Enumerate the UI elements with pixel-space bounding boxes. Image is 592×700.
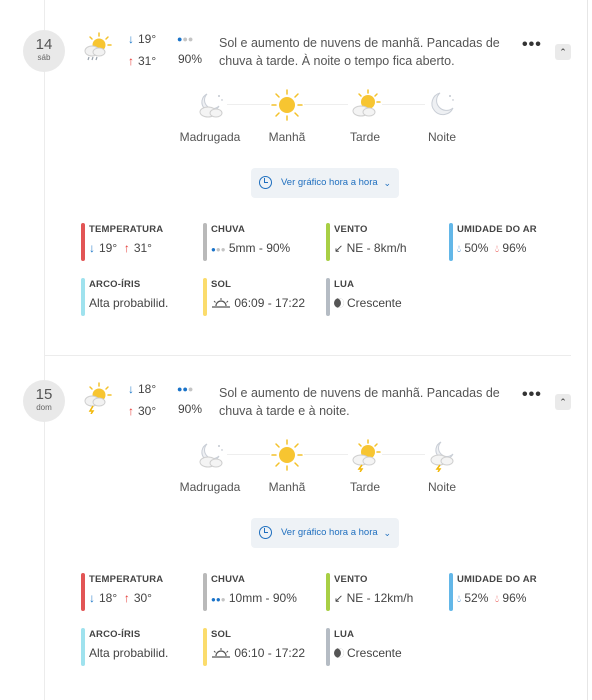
stat-humidity: UMIDADE DO AR 💧︎ 50% 💧︎ 96% (449, 223, 537, 261)
drop-red-icon: 💧︎ (495, 244, 500, 255)
moon-phase-icon (334, 298, 344, 308)
stat-rain: CHUVA ●●● 5mm - 90% (203, 223, 290, 261)
period-madrugada: Madrugada (170, 88, 250, 144)
sun-cloud-storm-icon (84, 382, 112, 414)
period-madrugada: Madrugada (170, 438, 250, 494)
max-temperature: ↑ 30° (128, 404, 157, 418)
date-badge: 14 sáb (23, 30, 65, 72)
period-tarde: Tarde (325, 438, 405, 494)
sunrise-icon (212, 298, 230, 308)
collapse-button[interactable]: ⌃ (555, 44, 571, 60)
stat-sun: SOL 06:09 - 17:22 (203, 278, 305, 316)
arrow-up-icon: ↑ (128, 54, 134, 68)
collapse-button[interactable]: ⌃ (555, 394, 571, 410)
moon-cloud-icon (193, 438, 227, 472)
stat-moon: LUA Crescente (326, 278, 402, 316)
arrow-up-icon: ↑ (123, 591, 130, 605)
period-noite: Noite (402, 438, 482, 494)
rain-intensity-drops-icon: ●●● (177, 384, 194, 394)
period-tarde: Tarde (325, 88, 405, 144)
day-number: 14 (35, 36, 53, 53)
hourly-chart-button[interactable]: Ver gráfico hora a hora ⌄ (251, 168, 399, 198)
rain-probability: 90% (178, 402, 203, 416)
sun-icon (270, 88, 304, 122)
stat-rainbow: ARCO-ÍRIS Alta probabilid. (81, 628, 168, 666)
stat-temperature: TEMPERATURA ↓ 19° ↑ 31° (81, 223, 163, 261)
arrow-down-icon: ↓ (89, 591, 95, 605)
date-badge: 15 dom (23, 380, 65, 422)
weekday: sáb (37, 53, 51, 62)
drop-blue-icon: 💧︎ (457, 244, 461, 255)
more-options-button[interactable]: ••• (522, 37, 542, 53)
sun-cloud-icon (348, 88, 382, 122)
sun-icon (270, 438, 304, 472)
weekday: dom (36, 403, 52, 412)
forecast-description: Sol e aumento de nuvens de manhã. Pancad… (219, 36, 500, 68)
arrow-down-icon: ↓ (128, 32, 134, 46)
moon-icon (425, 88, 459, 122)
min-temperature: ↓ 18° (128, 382, 157, 396)
moon-cloud-icon (193, 88, 227, 122)
stat-sun: SOL 06:10 - 17:22 (203, 628, 305, 666)
day-periods: Madrugada Manhã Tarde Noite (170, 88, 480, 148)
day-number: 15 (35, 386, 53, 403)
drop-red-icon: 💧︎ (495, 594, 500, 605)
day-periods: Madrugada Manhã Tarde Noite (170, 438, 480, 498)
more-options-button[interactable]: ••• (522, 387, 542, 403)
clock-icon (259, 526, 272, 539)
stat-rain: CHUVA ●●● 10mm - 90% (203, 573, 297, 611)
hourly-chart-button[interactable]: Ver gráfico hora a hora ⌄ (251, 518, 399, 548)
forecast-day-card: 15 dom ↓ 18° ↑ 30° ●●● 90% Sol e aumento d… (0, 350, 592, 690)
chevron-down-icon: ⌄ (383, 528, 391, 538)
period-manha: Manhã (247, 88, 327, 144)
min-temperature: ↓ 19° (128, 32, 157, 46)
arrow-down-icon: ↓ (89, 241, 95, 255)
period-manha: Manhã (247, 438, 327, 494)
rain-drops-icon: ●●● (211, 245, 226, 254)
rain-probability: 90% (178, 52, 203, 66)
clock-icon (259, 176, 272, 189)
wind-direction-icon: ↙ (334, 593, 344, 605)
stat-moon: LUA Crescente (326, 628, 402, 666)
stat-wind: VENTO ↙ NE - 8km/h (326, 223, 407, 261)
sunrise-icon (212, 648, 230, 658)
sun-cloud-storm-icon (348, 438, 382, 472)
forecast-description: Sol e aumento de nuvens de manhã. Pancad… (219, 386, 500, 418)
chevron-down-icon: ⌄ (383, 178, 391, 188)
stat-temperature: TEMPERATURA ↓ 18° ↑ 30° (81, 573, 163, 611)
rain-drops-icon: ●●● (211, 595, 226, 604)
max-temperature: ↑ 31° (128, 54, 157, 68)
wind-direction-icon: ↙ (334, 243, 344, 255)
stat-humidity: UMIDADE DO AR 💧︎ 52% 💧︎ 96% (449, 573, 537, 611)
drop-blue-icon: 💧︎ (457, 594, 461, 605)
sun-cloud-rain-icon (84, 32, 112, 61)
period-noite: Noite (402, 88, 482, 144)
arrow-up-icon: ↑ (123, 241, 130, 255)
moon-phase-icon (334, 648, 344, 658)
arrow-up-icon: ↑ (128, 404, 134, 418)
moon-cloud-storm-icon (425, 438, 459, 472)
arrow-down-icon: ↓ (128, 382, 134, 396)
rain-intensity-drops-icon: ●●● (177, 34, 194, 44)
forecast-day-card: 14 sáb ↓ 19° ↑ 31° ●●● 90% Sol e aumento d… (0, 0, 592, 340)
stat-rainbow: ARCO-ÍRIS Alta probabilid. (81, 278, 168, 316)
stat-wind: VENTO ↙ NE - 12km/h (326, 573, 413, 611)
